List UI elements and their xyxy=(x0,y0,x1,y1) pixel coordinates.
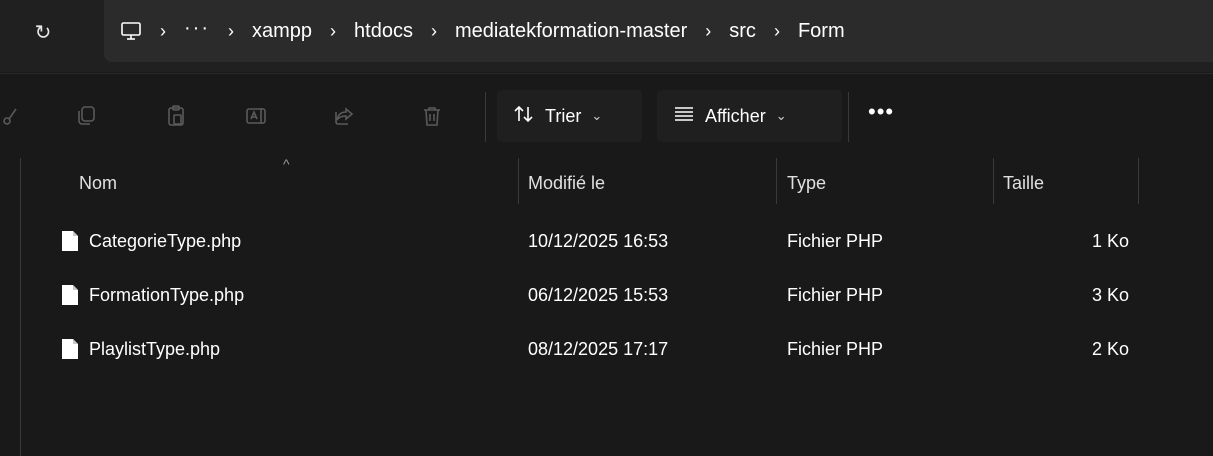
chevron-right-icon[interactable]: › xyxy=(774,21,780,42)
view-button[interactable]: Afficher ⌄ xyxy=(657,90,842,142)
file-name-cell: PlaylistType.php xyxy=(61,322,220,376)
command-bar: Trier ⌄ Afficher ⌄ ••• xyxy=(0,73,1213,158)
file-type: Fichier PHP xyxy=(787,230,884,251)
breadcrumb: › ··· › xampp › htdocs › mediatekformati… xyxy=(120,14,845,48)
chevron-right-icon[interactable]: › xyxy=(160,21,166,42)
chevron-right-icon[interactable]: › xyxy=(330,21,336,42)
paste-icon[interactable] xyxy=(162,102,190,130)
file-row[interactable]: FormationType.php 06/12/2025 15:53 Fichi… xyxy=(21,268,1213,322)
file-icon xyxy=(62,285,78,305)
file-type: Fichier PHP xyxy=(787,284,884,305)
file-size: 3 Ko xyxy=(1091,284,1129,305)
file-modified: 10/12/2025 16:53 xyxy=(528,230,669,251)
copy-icon[interactable] xyxy=(72,102,100,130)
view-label: Afficher xyxy=(705,105,766,126)
view-lines-icon xyxy=(673,105,695,128)
column-divider[interactable] xyxy=(993,158,994,204)
refresh-icon[interactable]: ↻ xyxy=(26,15,60,49)
sort-label: Trier xyxy=(545,105,582,126)
file-type: Fichier PHP xyxy=(787,338,884,359)
file-name: CategorieType.php xyxy=(89,230,242,251)
file-icon xyxy=(62,231,78,251)
file-name: FormationType.php xyxy=(89,284,245,305)
address-bar[interactable]: › ··· › xampp › htdocs › mediatekformati… xyxy=(104,0,1213,62)
breadcrumb-item-htdocs[interactable]: htdocs xyxy=(354,20,413,43)
chevron-right-icon[interactable]: › xyxy=(705,21,711,42)
breadcrumb-item-xampp[interactable]: xampp xyxy=(252,20,312,43)
file-size: 2 Ko xyxy=(1091,338,1129,359)
file-modified: 06/12/2025 15:53 xyxy=(528,284,669,305)
breadcrumb-item-mediatekformation-master[interactable]: mediatekformation-master xyxy=(455,20,687,43)
sort-ascending-icon: ^ xyxy=(283,156,290,172)
column-header-size[interactable]: Taille xyxy=(1003,158,1044,208)
file-size: 1 Ko xyxy=(1091,230,1129,251)
column-divider[interactable] xyxy=(518,158,519,204)
sort-icon xyxy=(513,103,535,130)
file-name: PlaylistType.php xyxy=(89,338,221,359)
column-divider[interactable] xyxy=(776,158,777,204)
chevron-right-icon[interactable]: › xyxy=(228,21,234,42)
rename-icon[interactable] xyxy=(242,102,270,130)
file-name-cell: FormationType.php xyxy=(61,268,244,322)
chevron-right-icon[interactable]: › xyxy=(431,21,437,42)
column-header: ^ Nom Modifié le Type Taille xyxy=(21,156,1213,208)
file-row[interactable]: CategorieType.php 10/12/2025 16:53 Fichi… xyxy=(21,214,1213,268)
toolbar-divider xyxy=(485,92,486,142)
breadcrumb-item-form[interactable]: Form xyxy=(798,20,845,43)
cut-icon[interactable] xyxy=(0,102,28,130)
column-header-modified[interactable]: Modifié le xyxy=(528,158,605,208)
sort-button[interactable]: Trier ⌄ xyxy=(497,90,642,142)
computer-icon[interactable] xyxy=(120,21,142,41)
breadcrumb-item-src[interactable]: src xyxy=(729,20,756,43)
share-icon[interactable] xyxy=(330,102,358,130)
delete-icon[interactable] xyxy=(418,102,446,130)
file-row[interactable]: PlaylistType.php 08/12/2025 17:17 Fichie… xyxy=(21,322,1213,376)
column-header-name[interactable]: Nom xyxy=(79,158,117,208)
file-icon xyxy=(62,339,78,359)
title-bar: ↻ › ··· › xampp › htdocs › mediatekforma… xyxy=(0,0,1213,72)
column-header-type[interactable]: Type xyxy=(787,158,826,208)
breadcrumb-overflow[interactable]: ··· xyxy=(184,17,210,40)
toolbar-divider xyxy=(848,92,849,142)
chevron-down-icon: ⌄ xyxy=(591,108,603,123)
file-name-cell: CategorieType.php xyxy=(61,214,241,268)
file-list: CategorieType.php 10/12/2025 16:53 Fichi… xyxy=(21,214,1213,376)
chevron-down-icon: ⌄ xyxy=(775,108,787,123)
more-options-icon[interactable]: ••• xyxy=(868,101,894,123)
file-modified: 08/12/2025 17:17 xyxy=(528,338,669,359)
column-divider[interactable] xyxy=(1138,158,1139,204)
